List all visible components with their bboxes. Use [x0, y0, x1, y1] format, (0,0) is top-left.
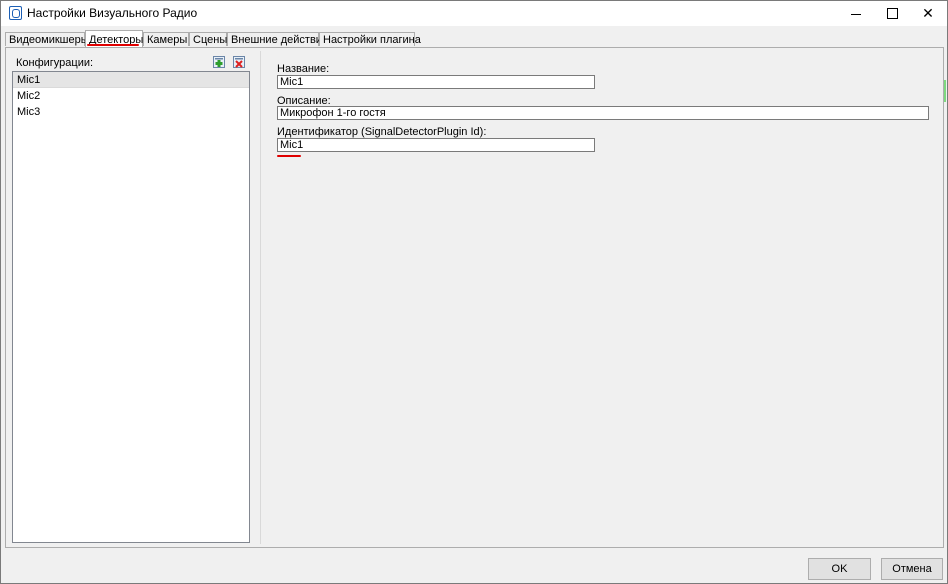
- panel-splitter[interactable]: [260, 51, 261, 544]
- configs-list[interactable]: Mic1 Mic2 Mic3: [12, 71, 250, 543]
- name-field[interactable]: Mic1: [277, 75, 595, 89]
- background-window-edge: [944, 80, 946, 102]
- minimize-icon: [851, 14, 861, 15]
- annotation-underline-id: [277, 155, 301, 157]
- identifier-label: Идентификатор (SignalDetectorPlugin Id):: [277, 126, 487, 138]
- tab-scenes[interactable]: Сцены: [189, 32, 227, 46]
- window-title: Настройки Визуального Радио: [27, 6, 198, 20]
- annotation-underline-tab: [87, 44, 139, 46]
- app-icon: [9, 6, 22, 20]
- tab-plugin-settings[interactable]: Настройки плагина: [319, 32, 421, 46]
- description-field[interactable]: Микрофон 1-го гостя: [277, 106, 929, 120]
- tab-video-mixers[interactable]: Видеомикшеры: [5, 32, 89, 46]
- ok-button[interactable]: OK: [808, 558, 871, 580]
- name-label: Название:: [277, 63, 330, 75]
- tab-external-actions[interactable]: Внешние действия: [227, 32, 328, 46]
- list-item[interactable]: Mic2: [13, 88, 249, 104]
- add-config-icon[interactable]: [213, 56, 225, 68]
- title-bar[interactable]: Настройки Визуального Радио ✕: [1, 1, 947, 26]
- settings-window: Настройки Визуального Радио ✕ Видеомикше…: [0, 0, 948, 584]
- cancel-button[interactable]: Отмена: [881, 558, 943, 580]
- list-item[interactable]: Mic1: [13, 72, 249, 88]
- delete-config-icon[interactable]: [233, 56, 245, 68]
- tab-cameras[interactable]: Камеры: [143, 32, 189, 46]
- maximize-icon: [886, 8, 898, 19]
- configs-label: Конфигурации:: [16, 57, 94, 69]
- close-button[interactable]: ✕: [905, 1, 947, 26]
- close-icon: ✕: [922, 5, 934, 21]
- list-item[interactable]: Mic3: [13, 104, 249, 120]
- identifier-field[interactable]: Mic1: [277, 138, 595, 152]
